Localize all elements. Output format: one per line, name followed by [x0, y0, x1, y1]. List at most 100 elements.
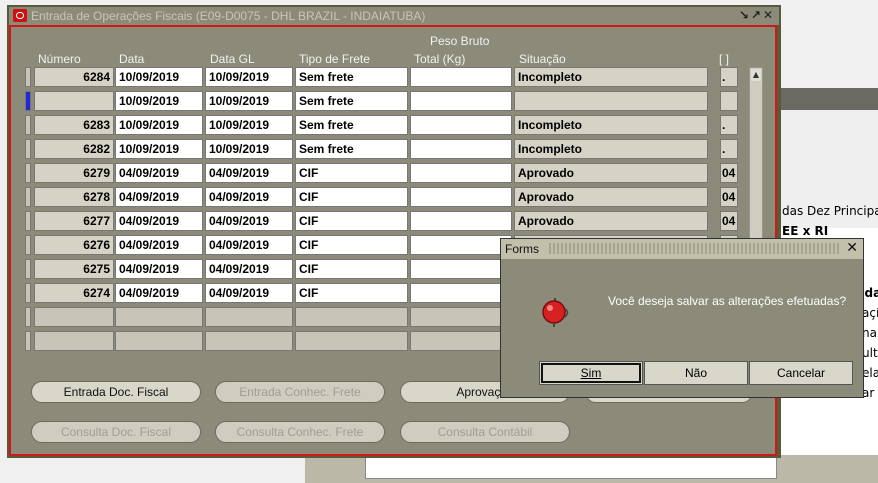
cell-peso[interactable]	[410, 187, 512, 207]
cell-data-gl[interactable]	[205, 307, 293, 327]
cell-peso[interactable]	[410, 211, 512, 231]
cell-peso[interactable]	[410, 331, 512, 351]
cell-tipo[interactable]: CIF	[295, 187, 408, 207]
oracle-icon	[13, 9, 27, 22]
minimize-icon[interactable]: ↘	[739, 8, 751, 22]
cell-extra[interactable]: 04	[720, 163, 738, 183]
cell-numero[interactable]	[34, 307, 114, 327]
cell-tipo[interactable]: Sem frete	[295, 67, 408, 87]
record-indicator[interactable]	[25, 187, 31, 207]
cell-tipo[interactable]: CIF	[295, 211, 408, 231]
cell-data-gl[interactable]: 04/09/2019	[205, 259, 293, 279]
cell-numero[interactable]: 6282	[34, 139, 114, 159]
cell-numero[interactable]	[34, 91, 114, 111]
cell-data[interactable]: 04/09/2019	[115, 163, 203, 183]
consulta-contabil-button[interactable]: Consulta Contábil	[400, 421, 570, 443]
cell-peso[interactable]	[410, 283, 512, 303]
entrada-conhec-frete-button[interactable]: Entrada Conhec. Frete	[215, 381, 385, 403]
maximize-icon[interactable]: ↗	[751, 8, 763, 22]
cell-data[interactable]: 04/09/2019	[115, 187, 203, 207]
cell-situacao[interactable]: Aprovado	[514, 187, 708, 207]
close-icon[interactable]: ✕	[763, 8, 775, 22]
consulta-conhec-frete-button[interactable]: Consulta Conhec. Frete	[215, 421, 385, 443]
cell-tipo[interactable]: CIF	[295, 163, 408, 183]
record-indicator[interactable]	[25, 67, 31, 87]
cell-situacao[interactable]: Incompleto	[514, 139, 708, 159]
cell-numero[interactable]: 6278	[34, 187, 114, 207]
cancelar-button[interactable]: Cancelar	[749, 361, 853, 385]
cell-numero[interactable]: 6275	[34, 259, 114, 279]
cell-peso[interactable]	[410, 91, 512, 111]
cell-tipo[interactable]: Sem frete	[295, 91, 408, 111]
cell-peso[interactable]	[410, 307, 512, 327]
cell-numero[interactable]: 6284	[34, 67, 114, 87]
cell-data-gl[interactable]: 04/09/2019	[205, 235, 293, 255]
cell-peso[interactable]	[410, 163, 512, 183]
cell-situacao[interactable]: Incompleto	[514, 115, 708, 135]
cell-data-gl[interactable]: 04/09/2019	[205, 187, 293, 207]
cell-tipo[interactable]: CIF	[295, 283, 408, 303]
cell-peso[interactable]	[410, 235, 512, 255]
cell-peso[interactable]	[410, 139, 512, 159]
cell-numero[interactable]	[34, 331, 114, 351]
entrada-doc-fiscal-button[interactable]: Entrada Doc. Fiscal	[31, 381, 201, 403]
cell-tipo[interactable]: Sem frete	[295, 139, 408, 159]
cell-data[interactable]	[115, 307, 203, 327]
record-indicator[interactable]	[25, 115, 31, 135]
cell-extra[interactable]: 04	[720, 211, 738, 231]
cell-extra[interactable]: 04	[720, 187, 738, 207]
cell-numero[interactable]: 6277	[34, 211, 114, 231]
record-indicator[interactable]	[25, 307, 31, 327]
cell-extra[interactable]	[720, 91, 738, 111]
cell-data[interactable]: 04/09/2019	[115, 211, 203, 231]
record-indicator[interactable]	[25, 163, 31, 183]
cell-data[interactable]: 10/09/2019	[115, 67, 203, 87]
cell-situacao[interactable]: Aprovado	[514, 163, 708, 183]
scroll-up-icon[interactable]: ▲	[751, 69, 761, 81]
cell-data[interactable]: 04/09/2019	[115, 283, 203, 303]
cell-data-gl[interactable]: 10/09/2019	[205, 139, 293, 159]
cell-tipo[interactable]: CIF	[295, 235, 408, 255]
cell-data[interactable]: 10/09/2019	[115, 139, 203, 159]
cell-data[interactable]: 10/09/2019	[115, 91, 203, 111]
cell-situacao[interactable]: Aprovado	[514, 211, 708, 231]
cell-peso[interactable]	[410, 115, 512, 135]
cell-data-gl[interactable]: 04/09/2019	[205, 163, 293, 183]
cell-data-gl[interactable]: 04/09/2019	[205, 283, 293, 303]
record-indicator[interactable]	[25, 139, 31, 159]
cell-extra[interactable]: .	[720, 115, 738, 135]
cell-data-gl[interactable]	[205, 331, 293, 351]
cell-data[interactable]: 04/09/2019	[115, 235, 203, 255]
cell-peso[interactable]	[410, 259, 512, 279]
current-record-indicator[interactable]	[25, 91, 31, 111]
nao-button[interactable]: Não	[644, 361, 748, 385]
record-indicator[interactable]	[25, 331, 31, 351]
cell-situacao[interactable]: Incompleto	[514, 67, 708, 87]
sim-button[interactable]: Sim	[539, 361, 643, 385]
cell-extra[interactable]: .	[720, 67, 738, 87]
cell-tipo[interactable]	[295, 331, 408, 351]
cell-data[interactable]: 04/09/2019	[115, 259, 203, 279]
cell-data[interactable]	[115, 331, 203, 351]
cell-data-gl[interactable]: 10/09/2019	[205, 91, 293, 111]
cell-tipo[interactable]: CIF	[295, 259, 408, 279]
cell-numero[interactable]: 6274	[34, 283, 114, 303]
cell-data[interactable]: 10/09/2019	[115, 115, 203, 135]
cell-tipo[interactable]	[295, 307, 408, 327]
cell-data-gl[interactable]: 10/09/2019	[205, 67, 293, 87]
record-indicator[interactable]	[25, 283, 31, 303]
cell-situacao[interactable]	[514, 91, 708, 111]
cell-numero[interactable]: 6283	[34, 115, 114, 135]
cell-extra[interactable]: .	[720, 139, 738, 159]
cell-data-gl[interactable]: 10/09/2019	[205, 115, 293, 135]
cell-tipo[interactable]: Sem frete	[295, 115, 408, 135]
cell-numero[interactable]: 6279	[34, 163, 114, 183]
consulta-doc-fiscal-button[interactable]: Consulta Doc. Fiscal	[31, 421, 201, 443]
dialog-close-icon[interactable]: ✕	[846, 240, 858, 256]
cell-numero[interactable]: 6276	[34, 235, 114, 255]
record-indicator[interactable]	[25, 235, 31, 255]
record-indicator[interactable]	[25, 211, 31, 231]
record-indicator[interactable]	[25, 259, 31, 279]
cell-peso[interactable]	[410, 67, 512, 87]
cell-data-gl[interactable]: 04/09/2019	[205, 211, 293, 231]
